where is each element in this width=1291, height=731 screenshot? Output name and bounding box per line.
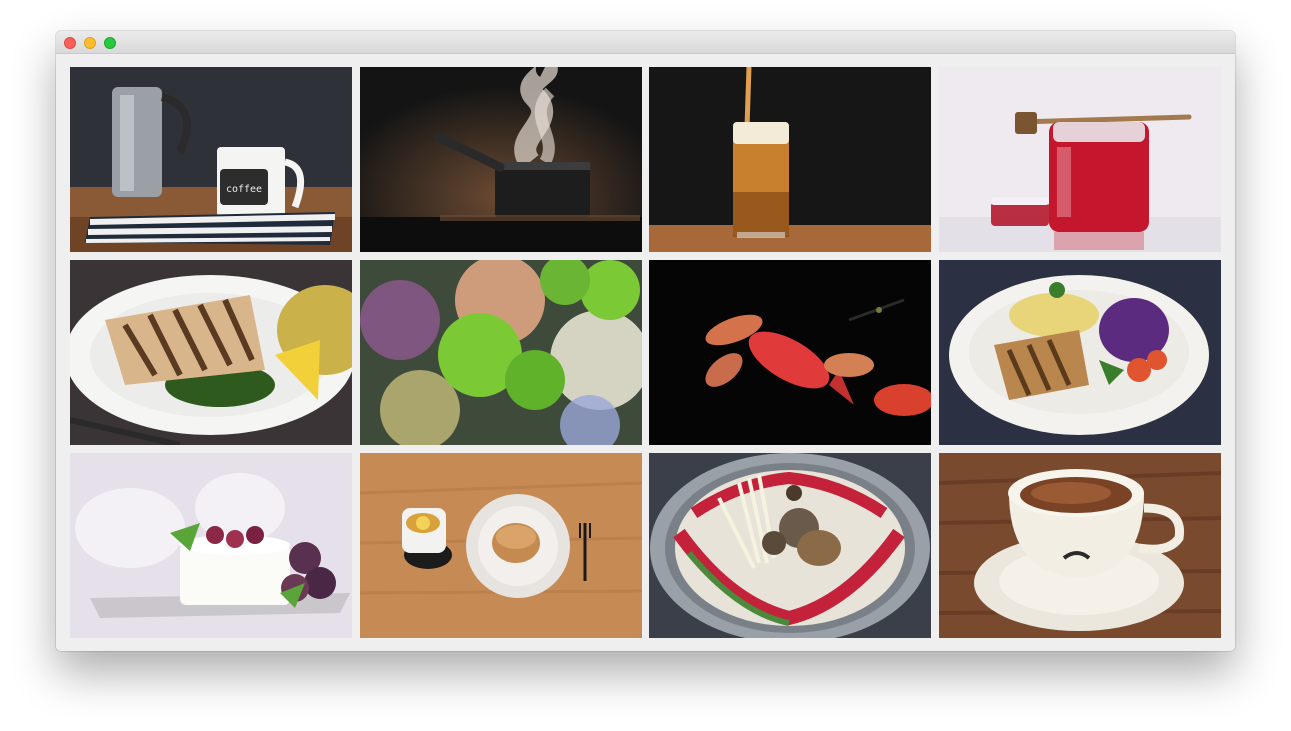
grilled-fish-photo xyxy=(70,260,352,445)
photo-tile-coffee[interactable]: coffee xyxy=(70,67,352,252)
photo-tile-goldfish[interactable] xyxy=(649,260,931,445)
photo-tile-flowers[interactable] xyxy=(360,260,642,445)
title-bar[interactable] xyxy=(56,31,1235,54)
close-window-button[interactable] xyxy=(64,37,76,49)
coffee-photo: coffee xyxy=(70,67,352,252)
app-window: coffee xyxy=(56,31,1235,651)
tea-pastry-photo xyxy=(360,453,642,638)
honey-photo xyxy=(939,67,1221,252)
minimize-window-button[interactable] xyxy=(84,37,96,49)
photo-tile-cake[interactable] xyxy=(70,453,352,638)
photo-tile-beer[interactable] xyxy=(649,67,931,252)
beer-photo xyxy=(649,67,931,252)
steaming-pot-photo xyxy=(360,67,642,252)
photo-tile-espresso[interactable] xyxy=(939,453,1221,638)
mug-label: coffee xyxy=(226,184,262,195)
zoom-window-button[interactable] xyxy=(104,37,116,49)
grilled-chicken-photo xyxy=(939,260,1221,445)
photo-tile-grilled-fish[interactable] xyxy=(70,260,352,445)
goldfish-photo xyxy=(649,260,931,445)
photo-tile-steaming-pot[interactable] xyxy=(360,67,642,252)
espresso-photo xyxy=(939,453,1221,638)
photo-tile-grilled-chicken[interactable] xyxy=(939,260,1221,445)
photo-tile-honey[interactable] xyxy=(939,67,1221,252)
hot-pot-photo xyxy=(649,453,931,638)
photo-tile-hot-pot[interactable] xyxy=(649,453,931,638)
photo-tile-tea-pastry[interactable] xyxy=(360,453,642,638)
photo-gallery-grid: coffee xyxy=(56,54,1235,651)
flowers-photo xyxy=(360,260,642,445)
cake-photo xyxy=(70,453,352,638)
